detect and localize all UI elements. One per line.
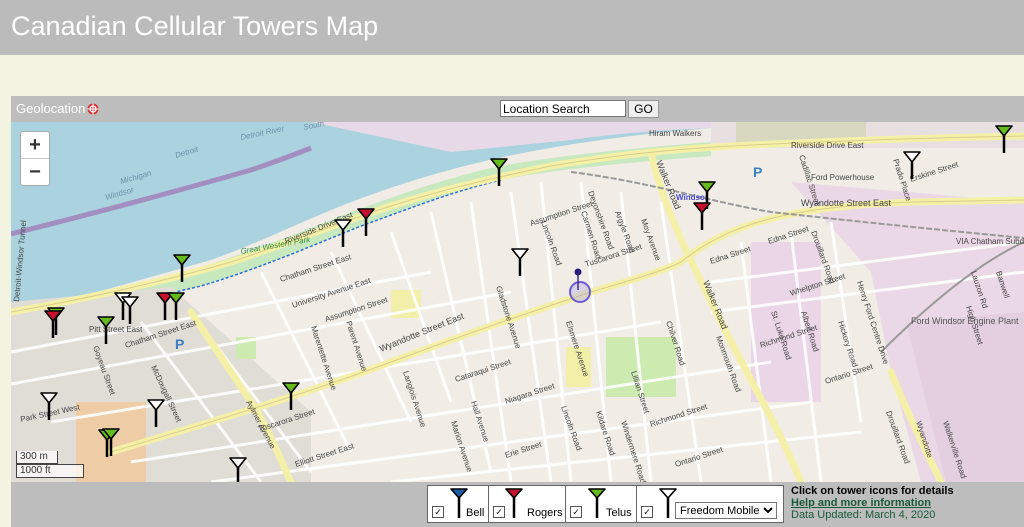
freedom-checkbox[interactable]: ✓ xyxy=(641,506,653,518)
info-panel: Click on tower icons for details Help an… xyxy=(791,485,954,521)
help-link[interactable]: Help and more information xyxy=(791,497,954,509)
label-pitt: Pitt Street East xyxy=(89,325,143,334)
scale-bar: 300 m 1000 ft xyxy=(16,451,84,478)
telus-label: Telus xyxy=(606,507,632,519)
scale-imperial: 1000 ft xyxy=(16,464,84,478)
carrier-select[interactable]: Freedom Mobile xyxy=(675,502,777,519)
legend-rogers: ✓ Rogers xyxy=(489,486,566,522)
page-title: Canadian Cellular Towers Map xyxy=(11,11,379,41)
label-ford-engine: Ford Windsor Engine Plant xyxy=(911,316,1019,326)
parking-icon: P xyxy=(175,336,184,352)
bell-checkbox[interactable]: ✓ xyxy=(432,506,444,518)
zoom-control: + − xyxy=(20,131,50,186)
data-updated: Data Updated: March 4, 2020 xyxy=(791,509,936,521)
click-hint: Click on tower icons for details xyxy=(791,485,954,497)
geolocation-label: Geolocation xyxy=(16,101,86,116)
rogers-checkbox[interactable]: ✓ xyxy=(493,506,505,518)
label-hiram-walkers: Hiram Walkers xyxy=(649,129,701,138)
header-spacer xyxy=(0,55,1024,96)
map-tiles[interactable]: Detroit River South Michigan Detroit Win… xyxy=(11,122,1024,482)
legend-telus: ✓ Telus xyxy=(566,486,637,522)
legend-bell: ✓ Bell xyxy=(428,486,489,522)
telus-checkbox[interactable]: ✓ xyxy=(570,506,582,518)
location-search-input[interactable] xyxy=(500,100,626,117)
label-windsor-station: Windsor xyxy=(676,193,708,202)
zoom-in-button[interactable]: + xyxy=(21,132,49,158)
legend-bar: ✓ Bell ✓ Rogers ✓ Telus ✓ Freedom Mobile… xyxy=(11,482,1024,527)
telus-tower-icon xyxy=(588,488,606,518)
legend-freedom: ✓ Freedom Mobile xyxy=(637,486,783,522)
label-ford-powerhouse: Ford Powerhouse xyxy=(811,173,875,182)
rogers-label: Rogers xyxy=(527,507,563,519)
scale-metric: 300 m xyxy=(16,451,58,464)
rogers-tower-icon xyxy=(505,488,523,518)
map-toolbar: Geolocation GO xyxy=(11,96,1024,122)
page-header: Canadian Cellular Towers Map xyxy=(0,0,1024,55)
label-riverside-top: Riverside Drive East xyxy=(791,141,864,150)
go-button[interactable]: GO xyxy=(628,100,659,118)
zoom-out-button[interactable]: − xyxy=(21,158,49,185)
bell-label: Bell xyxy=(466,507,485,519)
map-view[interactable]: Detroit River South Michigan Detroit Win… xyxy=(11,122,1024,482)
label-via: VIA Chatham Subdi xyxy=(956,237,1024,246)
crosshair-icon[interactable] xyxy=(87,103,99,115)
carrier-legend: ✓ Bell ✓ Rogers ✓ Telus ✓ Freedom Mobile xyxy=(427,485,784,523)
parking-icon: P xyxy=(753,164,762,180)
geolocation-control[interactable]: Geolocation xyxy=(16,101,99,116)
